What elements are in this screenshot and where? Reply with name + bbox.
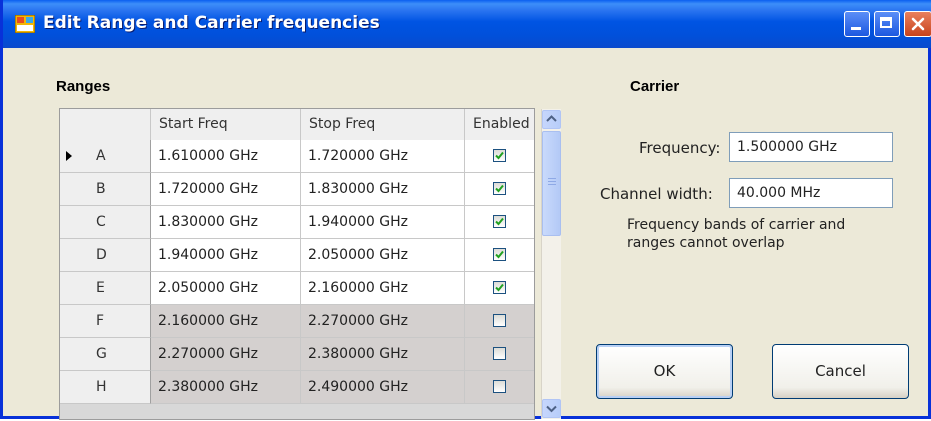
grid-header: Start Freq Stop Freq Enabled [60,109,534,141]
table-row[interactable]: D 1.940000 GHz 2.050000 GHz [60,239,534,272]
enabled-cell [465,206,534,239]
stop-freq-cell[interactable]: 1.940000 GHz [301,206,465,239]
table-row[interactable]: G 2.270000 GHz 2.380000 GHz [60,338,534,371]
title-bar[interactable]: Edit Range and Carrier frequencies [3,0,931,48]
enabled-checkbox-checked[interactable] [493,149,506,162]
scroll-thumb[interactable] [542,131,561,236]
enabled-cell [465,272,534,305]
frequency-label: Frequency: [639,139,721,157]
start-freq-cell[interactable]: 1.830000 GHz [151,206,301,239]
row-name: E [96,280,105,296]
row-header[interactable]: E [60,272,151,305]
stop-freq-cell[interactable]: 2.050000 GHz [301,239,465,272]
start-freq-cell[interactable]: 2.050000 GHz [151,272,301,305]
row-name: G [96,346,107,362]
minimize-icon[interactable] [844,11,870,37]
row-header[interactable]: A [60,140,151,173]
stop-freq-cell[interactable]: 2.490000 GHz [301,371,465,404]
app-icon [14,14,36,34]
table-row[interactable]: C 1.830000 GHz 1.940000 GHz [60,206,534,239]
row-name: B [96,181,106,197]
ok-button[interactable]: OK [596,344,733,399]
frequency-input[interactable]: 1.500000 GHz [729,132,893,162]
table-row[interactable]: H 2.380000 GHz 2.490000 GHz [60,371,534,404]
chevron-up-icon [546,115,557,122]
start-freq-cell[interactable]: 2.380000 GHz [151,371,301,404]
column-header-enabled[interactable]: Enabled [465,109,534,140]
checkmark-icon [495,151,504,160]
row-name: F [96,313,105,329]
dialog-window: Edit Range and Carrier frequencies Range… [0,0,931,420]
checkmark-icon [495,250,504,259]
column-header-start-freq[interactable]: Start Freq [151,109,301,140]
start-freq-cell[interactable]: 2.270000 GHz [151,338,301,371]
table-row[interactable]: A 1.610000 GHz 1.720000 GHz [60,140,534,173]
chevron-down-icon [546,405,557,413]
column-header-stop-freq[interactable]: Stop Freq [301,109,465,140]
stop-freq-cell[interactable]: 2.160000 GHz [301,272,465,305]
scroll-grip-line [548,181,556,182]
start-freq-cell[interactable]: 1.720000 GHz [151,173,301,206]
start-freq-cell[interactable]: 1.610000 GHz [151,140,301,173]
checkmark-icon [495,184,504,193]
start-freq-cell[interactable]: 1.940000 GHz [151,239,301,272]
table-row[interactable]: B 1.720000 GHz 1.830000 GHz [60,173,534,206]
grid-corner-header [60,109,151,140]
row-header[interactable]: B [60,173,151,206]
enabled-checkbox[interactable] [493,380,506,393]
row-name: C [96,214,106,230]
enabled-checkbox-checked[interactable] [493,182,506,195]
enabled-cell [465,173,534,206]
enabled-cell [465,140,534,173]
checkmark-icon [495,283,504,292]
maximize-icon[interactable] [874,11,900,37]
enabled-cell [465,371,534,404]
stop-freq-cell[interactable]: 1.720000 GHz [301,140,465,173]
checkmark-icon [495,217,504,226]
carrier-section-label: Carrier [630,78,680,95]
stop-freq-cell[interactable]: 1.830000 GHz [301,173,465,206]
enabled-checkbox[interactable] [493,347,506,360]
stop-freq-cell[interactable]: 2.380000 GHz [301,338,465,371]
scroll-grip-line [548,184,556,185]
start-freq-cell[interactable]: 2.160000 GHz [151,305,301,338]
scroll-grip-line [548,178,556,179]
ranges-grid[interactable]: Start Freq Stop Freq Enabled A 1.610000 G… [59,108,535,420]
cancel-button[interactable]: Cancel [772,344,909,399]
enabled-cell [465,338,534,371]
table-row[interactable]: E 2.050000 GHz 2.160000 GHz [60,272,534,305]
row-name: A [96,148,106,164]
scroll-down-button[interactable] [542,399,561,418]
grid-scrollbar[interactable] [541,109,561,419]
enabled-checkbox-checked[interactable] [493,215,506,228]
row-header[interactable]: F [60,305,151,338]
channel-width-input[interactable]: 40.000 MHz [729,178,893,208]
current-row-arrow-icon [66,151,72,161]
stop-freq-cell[interactable]: 2.270000 GHz [301,305,465,338]
enabled-checkbox-checked[interactable] [493,281,506,294]
row-header[interactable]: G [60,338,151,371]
row-name: D [96,247,107,263]
enabled-cell [465,239,534,272]
enabled-checkbox[interactable] [493,314,506,327]
window-title: Edit Range and Carrier frequencies [43,13,380,33]
row-header[interactable]: H [60,371,151,404]
close-icon[interactable] [904,11,931,37]
enabled-cell [465,305,534,338]
enabled-checkbox-checked[interactable] [493,248,506,261]
table-row[interactable]: F 2.160000 GHz 2.270000 GHz [60,305,534,338]
overlap-note: Frequency bands of carrier and ranges ca… [627,217,846,251]
row-header[interactable]: D [60,239,151,272]
channel-width-label: Channel width: [600,185,713,203]
scroll-up-button[interactable] [542,110,561,129]
row-name: H [96,379,107,395]
ranges-section-label: Ranges [56,78,111,95]
row-header[interactable]: C [60,206,151,239]
